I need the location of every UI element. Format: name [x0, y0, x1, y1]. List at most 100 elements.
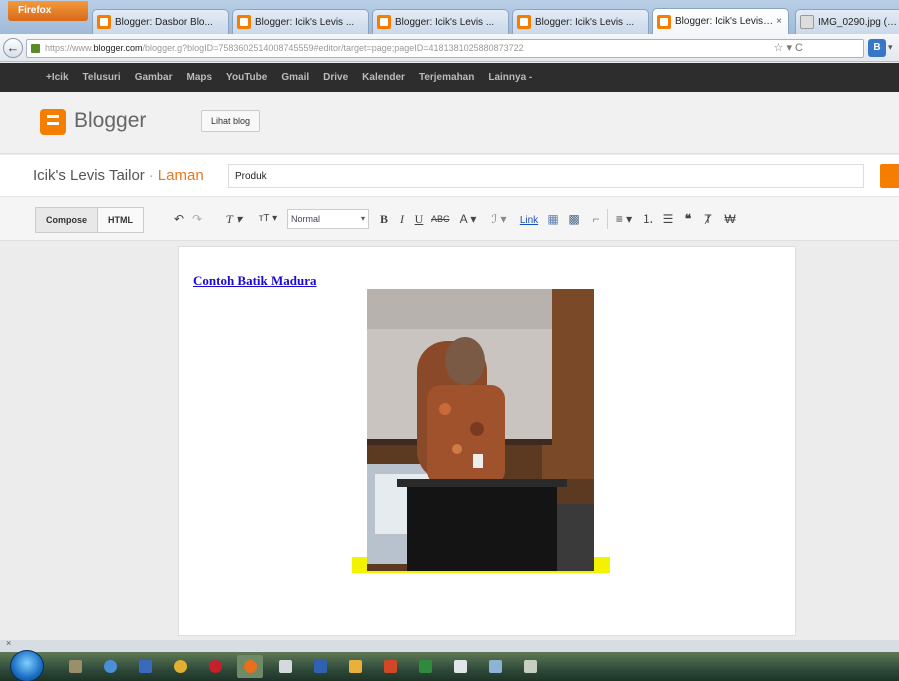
opera-taskbar-icon[interactable]	[202, 655, 228, 678]
chrome-taskbar-icon[interactable]	[167, 655, 193, 678]
gbar-item-gmail[interactable]: Gmail	[281, 72, 309, 83]
tool-taskbar-icon[interactable]	[517, 655, 543, 678]
insert-video-icon[interactable]: ▩	[566, 209, 582, 229]
insert-image-icon[interactable]: ▦	[545, 209, 561, 229]
tab-label: Blogger: Icik's Levis ...	[395, 16, 495, 28]
underline-button[interactable]: U	[413, 209, 425, 229]
italic-button[interactable]: I	[396, 209, 408, 229]
compose-mode-button[interactable]: Compose	[35, 207, 99, 233]
network-taskbar-icon[interactable]	[482, 655, 508, 678]
app-taskbar-icon[interactable]	[272, 655, 298, 678]
firefox-menu-button[interactable]: Firefox	[8, 1, 88, 21]
browser-tab[interactable]: Blogger: Icik's Levis ...	[232, 9, 369, 34]
browser-tab[interactable]: IMG_0290.jpg (JPE	[795, 9, 899, 34]
explorer-taskbar-icon[interactable]	[62, 655, 88, 678]
blogger-brand[interactable]: Blogger	[74, 109, 146, 133]
tab-close-icon[interactable]: ×	[776, 16, 782, 27]
editor-toolbar: Compose HTML ↶ ↷ Ƭ ▾ ᴛT ▾ Normal ▾ B I U…	[0, 197, 899, 241]
browser-tab[interactable]: Blogger: Dasbor Blo...	[92, 9, 229, 34]
tab-label: IMG_0290.jpg (JPE	[818, 16, 898, 28]
blog-name-link[interactable]: Icik's Levis Tailor	[33, 167, 145, 184]
site-identity-button[interactable]: B	[868, 39, 886, 57]
quote-icon[interactable]: ❝	[680, 209, 696, 229]
tab-label: Blogger: Icik's Levis ...	[255, 16, 355, 28]
gbar-item-translate[interactable]: Terjemahan	[419, 72, 474, 83]
blogger-icon	[97, 15, 111, 29]
gbar-item-profile[interactable]: +Icik	[46, 72, 69, 83]
font-size-button[interactable]: ᴛT ▾	[252, 209, 284, 229]
post-heading-link[interactable]: Contoh Batik Madura	[193, 273, 317, 289]
browser-status-strip: ×	[0, 638, 899, 652]
bookmark-star-icon[interactable]: ☆ ▾ C	[774, 40, 803, 57]
start-button-icon[interactable]	[10, 650, 44, 681]
html-mode-button[interactable]: HTML	[98, 207, 145, 233]
excel-taskbar-icon[interactable]	[412, 655, 438, 678]
gbar-item-drive[interactable]: Drive	[323, 72, 348, 83]
image-icon	[800, 15, 814, 29]
page-kind-label: Laman	[157, 167, 204, 184]
clear-formatting-icon[interactable]: Ⱦ	[700, 209, 716, 229]
google-bar: +Icik Telusuri Gambar Maps YouTube Gmail…	[0, 63, 899, 92]
blogger-icon	[657, 14, 671, 29]
gbar-item-images[interactable]: Gambar	[135, 72, 173, 83]
paragraph-format-select[interactable]: Normal ▾	[287, 209, 369, 229]
undo-icon[interactable]: ↶	[172, 209, 186, 229]
url-prefix: https://www.	[45, 43, 94, 53]
browser-tab-active[interactable]: Blogger: Icik's Levis ... ×	[652, 8, 789, 34]
jump-break-icon[interactable]: ⌐	[588, 209, 604, 229]
url-path: /blogger.g?blogID=7583602514008745559#ed…	[142, 43, 524, 53]
editor-mode-switch: Compose HTML	[35, 207, 145, 233]
publish-button[interactable]	[880, 164, 899, 188]
gbar-item-calendar[interactable]: Kalender	[362, 72, 405, 83]
view-blog-button[interactable]: Lihat blog	[201, 110, 261, 132]
blogger-icon	[377, 15, 391, 29]
windows-taskbar	[0, 650, 899, 681]
bulleted-list-icon[interactable]: ☰	[660, 209, 676, 229]
blogger-icon	[517, 15, 531, 29]
insert-link-button[interactable]: Link	[517, 209, 541, 229]
address-bar[interactable]: https://www.blogger.com/blogger.g?blogID…	[26, 39, 864, 58]
gbar-item-more[interactable]: Lainnya -	[488, 72, 532, 83]
link-label: Link	[519, 215, 539, 226]
word-taskbar-icon[interactable]	[307, 655, 333, 678]
spell-check-icon[interactable]: ₩	[722, 209, 738, 229]
text-color-button[interactable]: A ▾	[454, 209, 482, 229]
post-title-row: Icik's Levis Tailor · Laman	[0, 155, 899, 197]
toolbar-divider	[607, 209, 608, 229]
page-title-field[interactable]	[228, 164, 864, 188]
highlight-color-button[interactable]: ℐ ▾	[486, 209, 512, 229]
browser-navbar: ← https://www.blogger.com/blogger.g?blog…	[0, 34, 899, 62]
blogger-icon	[237, 15, 251, 29]
photo-illustration	[367, 289, 594, 571]
post-photo[interactable]	[367, 289, 594, 571]
chevron-down-icon: ▾	[360, 214, 365, 223]
firefox-taskbar-icon[interactable]	[237, 655, 263, 678]
browser-tabstrip: Firefox Blogger: Dasbor Blo... Blogger: …	[0, 0, 899, 34]
breadcrumb: Icik's Levis Tailor · Laman	[33, 167, 204, 184]
media-taskbar-icon[interactable]	[132, 655, 158, 678]
align-button[interactable]: ≡ ▾	[612, 209, 636, 229]
window-taskbar-icon[interactable]	[447, 655, 473, 678]
back-arrow-icon[interactable]: ←	[3, 38, 23, 58]
powerpoint-taskbar-icon[interactable]	[377, 655, 403, 678]
ie-taskbar-icon[interactable]	[97, 655, 123, 678]
chevron-down-icon[interactable]: ▾	[888, 42, 893, 53]
folder-taskbar-icon[interactable]	[342, 655, 368, 678]
gbar-item-search[interactable]: Telusuri	[83, 72, 121, 83]
browser-tab[interactable]: Blogger: Icik's Levis ...	[512, 9, 649, 34]
numbered-list-icon[interactable]: ⒈	[640, 209, 656, 229]
gbar-item-maps[interactable]: Maps	[186, 72, 212, 83]
blogger-logo-icon[interactable]	[40, 109, 66, 135]
breadcrumb-separator: ·	[148, 167, 154, 184]
gbar-item-youtube[interactable]: YouTube	[226, 72, 267, 83]
tab-label: Blogger: Icik's Levis ...	[535, 16, 635, 28]
bold-button[interactable]: B	[378, 209, 390, 229]
font-family-button[interactable]: Ƭ ▾	[220, 209, 248, 229]
redo-icon[interactable]: ↷	[190, 209, 204, 229]
format-value: Normal	[291, 214, 321, 224]
close-icon[interactable]: ×	[6, 638, 11, 648]
post-editor-area[interactable]: Contoh Batik Madura	[178, 246, 796, 636]
browser-tab[interactable]: Blogger: Icik's Levis ...	[372, 9, 509, 34]
strikethrough-button[interactable]: ABC	[431, 209, 450, 229]
lock-icon	[31, 44, 40, 53]
